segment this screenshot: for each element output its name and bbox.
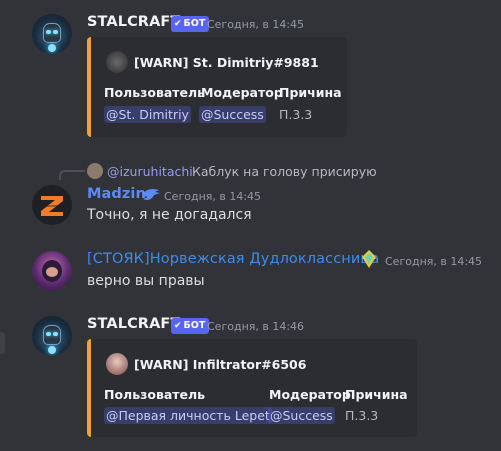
- reply-spine: [59, 170, 85, 180]
- bot-badge: ✔ БОТ: [171, 16, 210, 32]
- norwegian-avatar[interactable]: [32, 251, 72, 291]
- field-name-user: Пользователь: [104, 85, 206, 100]
- embed-title: [WARN] St. Dimitriy#9881: [134, 55, 319, 70]
- timestamp: Сегодня, в 14:45: [385, 255, 483, 268]
- moderator-mention[interactable]: @Success: [199, 106, 266, 123]
- checkmark-icon: ✔: [174, 321, 182, 331]
- author-name[interactable]: STALCRAFT: [87, 316, 180, 332]
- message-text: Точно, я не догадался: [87, 207, 252, 223]
- timestamp: Сегодня, в 14:45: [164, 190, 262, 203]
- warn-embed: [WARN] Infiltrator#6506 Пользователь Мод…: [87, 339, 417, 437]
- user-mention[interactable]: @St. Dimitriy: [104, 106, 191, 123]
- checkmark-icon: ✔: [174, 19, 182, 29]
- author-name[interactable]: Madzin: [87, 186, 146, 202]
- field-name-user: Пользователь: [104, 387, 206, 402]
- scroll-position-marker: [0, 332, 5, 354]
- moderator-mention[interactable]: @Success: [268, 407, 335, 424]
- z-logo-icon: [37, 190, 67, 220]
- field-name-reason: Причина: [279, 85, 342, 100]
- timestamp: Сегодня, в 14:45: [207, 18, 305, 31]
- author-name[interactable]: [СТОЯК]Норвежская Дудлоклассница: [87, 251, 379, 267]
- field-name-moderator: Модератор: [269, 387, 351, 402]
- author-name[interactable]: STALCRAFT: [87, 14, 180, 30]
- reply-avatar[interactable]: [87, 163, 103, 179]
- embed-title: [WARN] Infiltrator#6506: [134, 357, 307, 372]
- reply-preview-text[interactable]: Каблук на голову присирую: [192, 164, 377, 179]
- bot-avatar[interactable]: [32, 14, 72, 54]
- nitro-boost-icon: [361, 249, 377, 273]
- embed-author-icon: [106, 51, 128, 73]
- reply-mention[interactable]: @izuruhitachi: [107, 164, 193, 179]
- madzin-avatar[interactable]: [32, 185, 72, 225]
- reason-value: П.3.3: [279, 107, 313, 122]
- eagle-icon: [141, 187, 161, 207]
- embed-author-icon: [106, 353, 128, 375]
- message-text: верно вы правы: [87, 273, 205, 289]
- field-name-moderator: Модератор: [201, 85, 283, 100]
- field-name-reason: Причина: [345, 387, 408, 402]
- bot-avatar[interactable]: [32, 316, 72, 356]
- user-mention[interactable]: @Первая личность Lepet: [104, 407, 272, 424]
- timestamp: Сегодня, в 14:46: [207, 320, 305, 333]
- warn-embed: [WARN] St. Dimitriy#9881 Пользователь Мо…: [87, 37, 347, 137]
- bot-badge: ✔ БОТ: [171, 318, 210, 334]
- reason-value: П.3.3: [345, 408, 379, 423]
